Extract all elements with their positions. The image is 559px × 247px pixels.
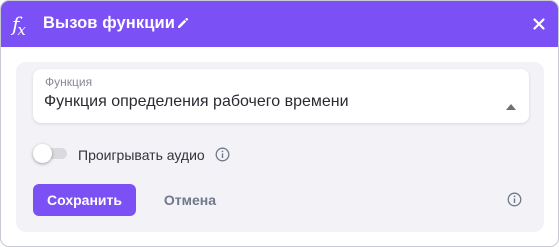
edit-pencil-icon[interactable] xyxy=(177,17,189,29)
dialog-title: Вызов функции xyxy=(43,14,175,32)
function-select-value: Функция определения рабочего времени xyxy=(44,93,349,110)
close-icon[interactable] xyxy=(532,17,546,31)
info-icon[interactable] xyxy=(215,147,230,162)
function-select[interactable]: Функция Функция определения рабочего вре… xyxy=(33,69,529,123)
function-call-dialog: fx Вызов функции Функция Функция определ… xyxy=(0,0,559,247)
toggle-knob xyxy=(33,144,52,163)
caret-up-icon[interactable] xyxy=(506,104,516,110)
cancel-button[interactable]: Отмена xyxy=(154,184,226,216)
dialog-body: Функция Функция определения рабочего вре… xyxy=(16,62,544,232)
play-audio-label: Проигрывать аудио xyxy=(78,147,205,163)
function-select-label: Функция xyxy=(45,75,93,89)
function-fx-icon: fx xyxy=(12,12,26,39)
dialog-header: fx Вызов функции xyxy=(1,1,558,47)
save-button[interactable]: Сохранить xyxy=(33,184,136,216)
play-audio-toggle[interactable] xyxy=(33,144,67,163)
info-icon[interactable] xyxy=(507,192,522,207)
